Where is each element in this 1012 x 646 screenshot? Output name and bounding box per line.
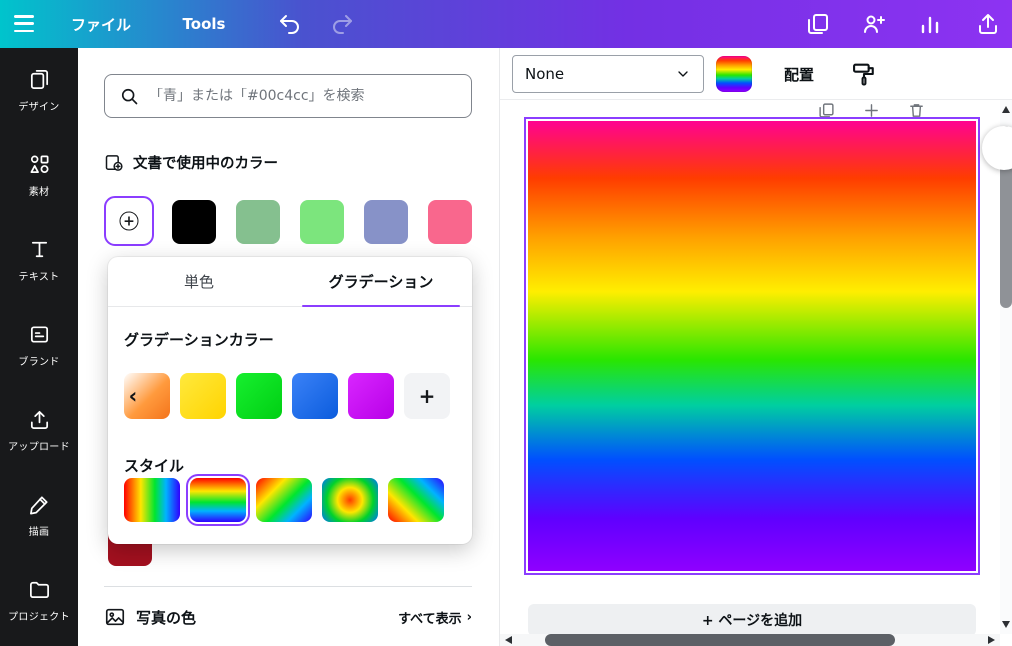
gradient-swatch-selected[interactable]: + <box>104 196 154 246</box>
gradient-styles-row <box>124 477 456 523</box>
chevron-right-icon: › <box>467 610 472 625</box>
style-linear-horizontal[interactable] <box>124 478 180 522</box>
style-linear-vertical[interactable] <box>190 478 246 522</box>
share-icon[interactable] <box>976 12 1000 36</box>
color-search-input[interactable] <box>149 88 457 104</box>
scroll-left-icon[interactable] <box>505 636 512 644</box>
sidebar-item-elements[interactable]: 素材 <box>0 133 78 218</box>
pages-icon[interactable] <box>806 12 830 36</box>
gradient-colors-row: ‹ + <box>124 373 456 419</box>
add-page-button[interactable]: + ページを追加 <box>528 604 976 636</box>
photo-colors-row: 写真の色 すべて表示 › <box>104 600 472 634</box>
add-gradient-color-button[interactable]: + <box>404 373 450 419</box>
photo-icon <box>104 606 126 628</box>
doc-swatch-sage-green[interactable] <box>236 200 280 244</box>
doc-colors-header: 文書で使用中のカラー <box>104 152 278 173</box>
brand-icon <box>28 323 51 346</box>
upload-icon <box>28 408 51 431</box>
vertical-scrollbar <box>1000 100 1012 634</box>
styles-title: スタイル <box>124 455 184 476</box>
file-menu-button[interactable]: ファイル <box>60 0 142 48</box>
text-icon <box>28 238 51 261</box>
design-icon <box>28 68 51 91</box>
doc-colors-icon <box>104 153 124 173</box>
color-picker-popup: 単色 グラデーション グラデーションカラー ‹ + スタイル <box>108 257 472 544</box>
photo-colors-label: 写真の色 <box>136 607 196 628</box>
style-diagonal-up[interactable] <box>388 478 444 522</box>
horizontal-scrollbar-thumb[interactable] <box>545 634 895 646</box>
doc-swatch-black[interactable] <box>172 200 216 244</box>
canvas-area: None 配置 + ページを追加 <box>500 48 1012 646</box>
gradient-colors-title: グラデーションカラー <box>124 329 274 350</box>
gradient-swatch-green[interactable] <box>236 373 282 419</box>
color-panel: 文書で使用中のカラー + 単色 グラデーション グラデーションカラー ‹ + <box>78 48 500 646</box>
doc-swatch-light-green[interactable] <box>300 200 344 244</box>
page-artboard-selected[interactable] <box>524 117 980 575</box>
projects-icon <box>28 578 51 601</box>
position-button[interactable]: 配置 <box>768 55 830 93</box>
paint-roller-icon[interactable] <box>850 60 878 88</box>
app-sidebar: デザイン 素材 テキスト ブランド アップロード 描画 プロジェクト <box>0 48 78 646</box>
sidebar-item-label: ブランド <box>18 353 59 368</box>
invite-members-icon[interactable] <box>862 12 886 36</box>
sidebar-item-text[interactable]: テキスト <box>0 218 78 303</box>
doc-colors-title: 文書で使用中のカラー <box>133 152 278 173</box>
show-all-label: すべて表示 <box>398 608 462 627</box>
tab-solid-color[interactable]: 単色 <box>108 257 290 306</box>
show-all-button[interactable]: すべて表示 › <box>398 608 472 627</box>
top-menubar: ファイル Tools <box>0 0 1012 48</box>
style-diagonal-down[interactable] <box>256 478 312 522</box>
hamburger-menu-icon[interactable] <box>14 15 34 32</box>
sidebar-item-projects[interactable]: プロジェクト <box>0 558 78 643</box>
doc-colors-row: + <box>104 196 474 248</box>
color-search-box <box>104 74 472 118</box>
doc-swatch-pink[interactable] <box>428 200 472 244</box>
border-style-value: None <box>525 65 564 83</box>
sidebar-item-brand[interactable]: ブランド <box>0 303 78 388</box>
search-icon <box>119 86 139 106</box>
panel-toggle-button[interactable] <box>982 126 1012 170</box>
fill-color-swatch[interactable] <box>716 56 752 92</box>
horizontal-scrollbar <box>500 634 1000 646</box>
gradient-swatch-yellow[interactable] <box>180 373 226 419</box>
undo-icon[interactable] <box>278 12 302 36</box>
gradient-swatch-blue[interactable] <box>292 373 338 419</box>
sidebar-item-label: 素材 <box>29 183 50 198</box>
sidebar-item-label: 描画 <box>29 523 50 538</box>
carousel-prev-icon[interactable]: ‹ <box>124 381 142 411</box>
scroll-up-icon[interactable] <box>1002 106 1010 113</box>
panel-divider <box>104 586 472 587</box>
canvas-toolbar: None 配置 <box>500 48 1012 100</box>
sidebar-item-label: デザイン <box>18 98 59 113</box>
insights-icon[interactable] <box>918 12 942 36</box>
scroll-down-icon[interactable] <box>1002 621 1010 628</box>
add-color-icon: + <box>120 212 139 231</box>
doc-swatch-slate-blue[interactable] <box>364 200 408 244</box>
tools-menu-button[interactable]: Tools <box>164 0 244 48</box>
gradient-swatch-magenta[interactable] <box>348 373 394 419</box>
style-radial[interactable] <box>322 478 378 522</box>
chevron-down-icon <box>675 66 691 82</box>
sidebar-item-uploads[interactable]: アップロード <box>0 388 78 473</box>
border-style-select[interactable]: None <box>512 55 704 93</box>
redo-icon[interactable] <box>330 12 354 36</box>
draw-icon <box>28 493 51 516</box>
scroll-right-icon[interactable] <box>988 636 995 644</box>
sidebar-item-label: テキスト <box>19 268 60 283</box>
tab-gradient[interactable]: グラデーション <box>290 257 472 306</box>
sidebar-item-label: プロジェクト <box>8 608 70 623</box>
color-picker-tabs: 単色 グラデーション <box>108 257 472 307</box>
sidebar-item-design[interactable]: デザイン <box>0 48 78 133</box>
scrollbar-corner <box>1000 634 1012 646</box>
sidebar-item-label: アップロード <box>8 438 70 453</box>
sidebar-item-draw[interactable]: 描画 <box>0 473 78 558</box>
elements-icon <box>28 153 51 176</box>
